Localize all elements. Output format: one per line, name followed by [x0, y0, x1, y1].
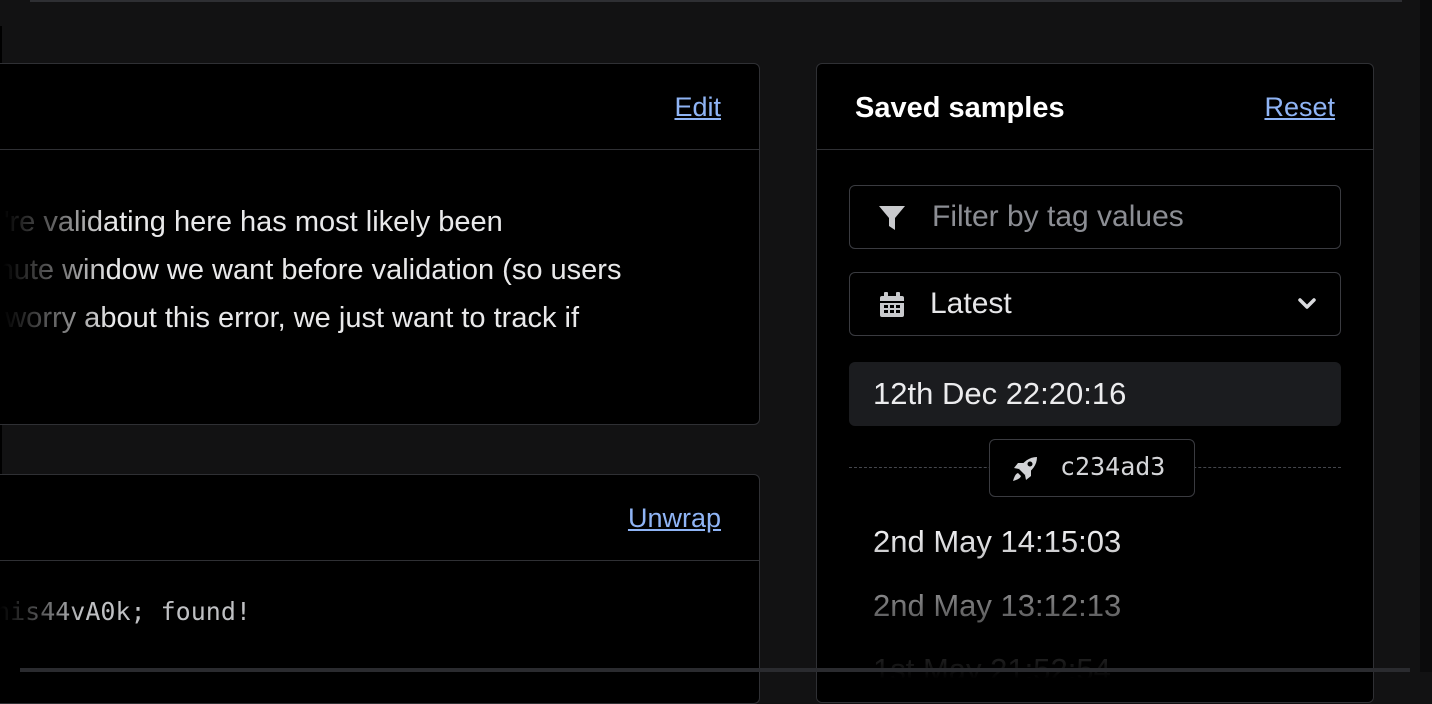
rocket-icon [1013, 457, 1037, 481]
description-card: Edit We're validating here has most like… [0, 63, 760, 425]
sample-item[interactable]: 2nd May 14:15:03 [873, 524, 1121, 560]
tag-filter-input[interactable] [930, 196, 1324, 238]
release-badge[interactable]: c234ad3 [989, 439, 1195, 497]
release-marker: c234ad3 [849, 439, 1341, 497]
calendar-icon [878, 291, 906, 319]
description-line-3: to worry about this error, we just want … [0, 302, 580, 334]
reset-link[interactable]: Reset [1264, 92, 1335, 123]
description-line-2: minute window we want before validation … [0, 254, 622, 286]
saved-samples-header: Saved samples Reset [817, 64, 1373, 150]
edit-link[interactable]: Edit [674, 92, 721, 123]
saved-samples-card: Saved samples Reset Latest 12th Dec 22:2… [816, 63, 1374, 703]
bottom-divider [20, 668, 1410, 672]
right-edge [1420, 0, 1432, 672]
selected-sample[interactable]: 12th Dec 22:20:16 [849, 362, 1341, 426]
top-divider [30, 0, 1402, 2]
code-line: this44vA0k; found! [0, 597, 251, 626]
description-line-1: We're validating here has most likely be… [0, 206, 503, 238]
code-fade [0, 561, 81, 703]
description-text: We're validating here has most likely be… [0, 198, 721, 342]
funnel-icon [878, 204, 906, 232]
chevron-down-icon [1296, 295, 1318, 313]
unwrap-link[interactable]: Unwrap [628, 503, 721, 534]
code-card-header: Unwrap [0, 475, 759, 561]
selected-sample-timestamp: 12th Dec 22:20:16 [873, 376, 1127, 411]
tag-filter-field[interactable] [849, 185, 1341, 249]
sort-selected-value: Latest [930, 287, 1012, 320]
sample-item[interactable]: 2nd May 13:12:13 [873, 588, 1121, 624]
saved-samples-title: Saved samples [855, 92, 1065, 124]
release-version: c234ad3 [1060, 452, 1166, 481]
description-card-header: Edit [0, 64, 759, 150]
sort-select[interactable]: Latest [849, 272, 1341, 336]
